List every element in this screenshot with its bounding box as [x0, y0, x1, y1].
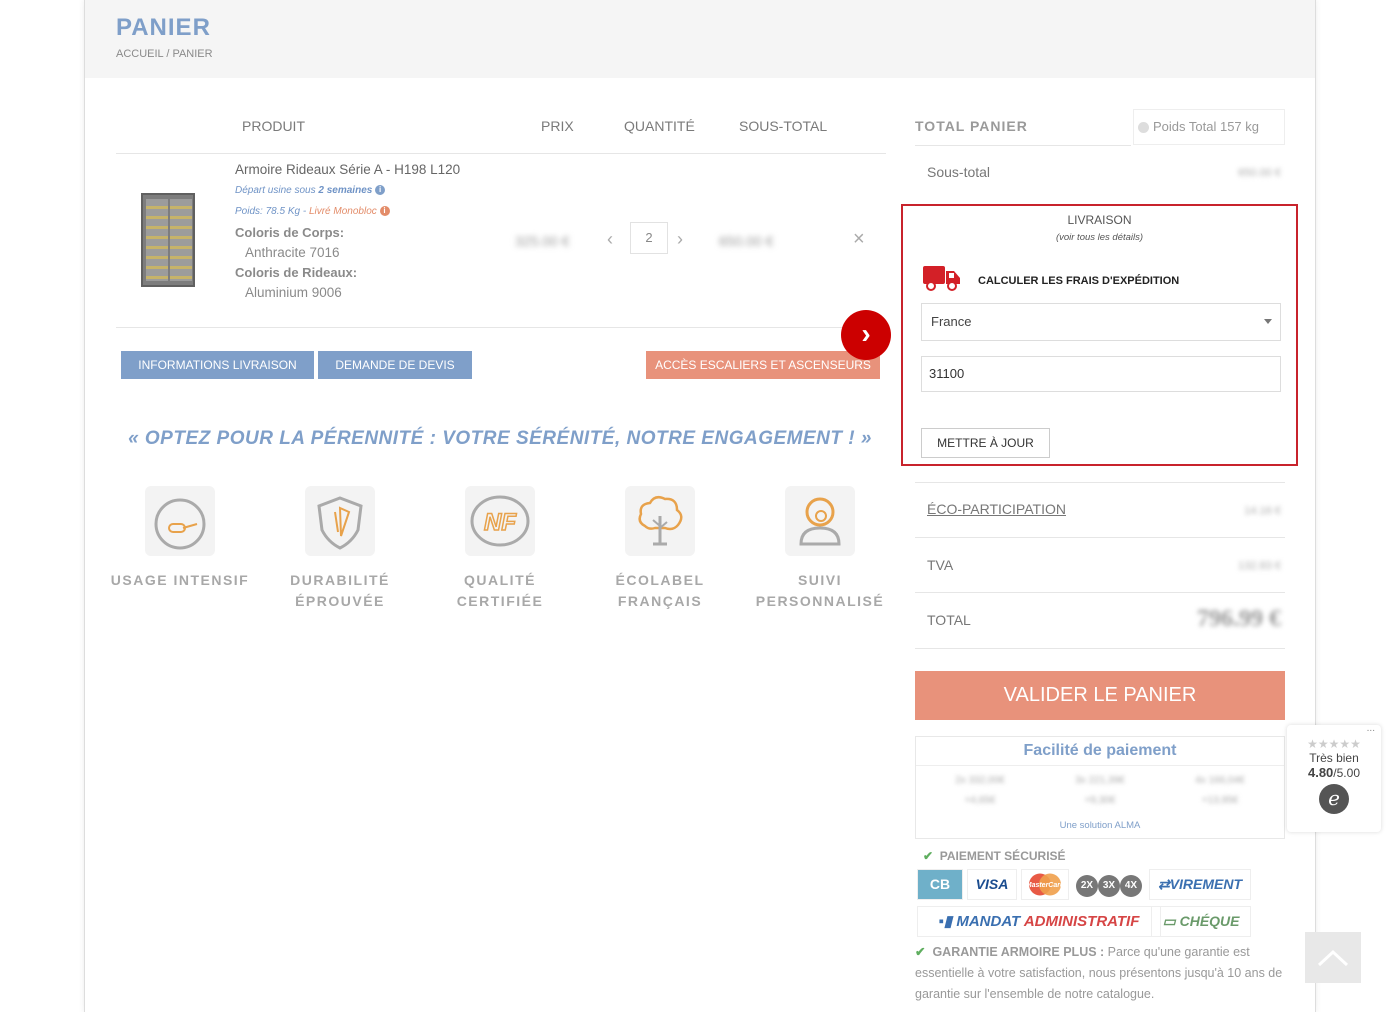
shield-icon	[305, 486, 375, 556]
feature-label: QUALITÉ	[464, 572, 536, 588]
attr-label: Coloris de Corps:	[235, 225, 345, 240]
installments-logo: 2X 3X 4X	[1073, 869, 1145, 900]
tree-icon	[625, 486, 695, 556]
cart-total-title: TOTAL PANIER	[915, 118, 1028, 134]
feature-label: SUIVI	[797, 572, 843, 588]
mandat-logo: ▪▮ MANDAT ADMINISTRATIF	[917, 906, 1161, 937]
attr-label: Coloris de Rideaux:	[235, 265, 358, 280]
slogan: « OPTEZ POUR LA PÉRENNITÉ : VOTRE SÉRÉNI…	[128, 428, 872, 449]
postcode-input[interactable]: 31100	[921, 356, 1281, 392]
page-title: PANIER	[116, 14, 211, 41]
info-icon[interactable]: i	[375, 185, 386, 196]
column-subtotal: SOUS-TOTAL	[739, 118, 828, 134]
installment-option[interactable]: 4x 166,04€ +13,95€	[1170, 771, 1270, 811]
rating-score: 4.80/5.00	[1307, 765, 1360, 780]
delivery-info-button[interactable]: INFORMATIONS LIVRAISON	[121, 351, 314, 379]
feature-label: DURABILITÉ	[290, 572, 390, 588]
trusted-shops-icon: e	[1319, 784, 1349, 814]
country-select[interactable]: France	[921, 303, 1281, 341]
calculate-shipping-label: CALCULER LES FRAIS D'EXPÉDITION	[978, 275, 1180, 287]
column-product: PRODUIT	[242, 118, 305, 134]
virement-logo: ⇄VIREMENT	[1149, 869, 1251, 900]
validate-cart-button[interactable]: VALIDER LE PANIER	[915, 671, 1285, 720]
shipping-title: LIVRAISON	[1067, 213, 1132, 227]
weight-info: Poids: 78.5 Kg - Livré Monobloc i	[235, 206, 390, 217]
feature-durability: DURABILITÉ ÉPROUVÉE	[265, 486, 415, 612]
divider	[915, 648, 1285, 649]
tva-label: TVA	[927, 557, 954, 573]
installment-option[interactable]: 3x 221,39€ +9,30€	[1050, 771, 1150, 811]
stairs-access-button[interactable]: ACCÈS ESCALIERS ET ASCENSEURS	[646, 351, 880, 379]
eco-participation-value: 14.16 €	[1244, 505, 1281, 517]
feature-quality: NF QUALITÉ CERTIFIÉE	[425, 486, 575, 612]
total-value: 796.99 €	[1197, 606, 1281, 632]
item-subtotal: 650.00 €	[719, 233, 774, 249]
feature-label: ÉCOLABEL	[615, 572, 705, 588]
info-icon	[1138, 122, 1149, 134]
breadcrumb[interactable]: ACCUEIL / PANIER	[116, 48, 213, 60]
chevron-right-icon[interactable]: ›	[677, 229, 683, 250]
alma-label: Une solution ALMA	[1059, 820, 1141, 831]
divider	[116, 327, 886, 328]
subtotal-value: 650.00 €	[1238, 167, 1281, 179]
divider	[116, 153, 886, 154]
subtotal-label: Sous-total	[927, 164, 991, 180]
svg-text:NF: NF	[484, 509, 517, 536]
secure-payment-title: ✔ PAIEMENT SÉCURISÉ	[923, 849, 1066, 863]
feature-usage: USAGE INTENSIF	[105, 486, 255, 591]
page-header: PANIER ACCUEIL / PANIER	[85, 0, 1315, 78]
support-icon	[785, 486, 855, 556]
feature-support: SUIVI PERSONNALISÉ	[745, 486, 895, 612]
product-name[interactable]: Armoire Rideaux Série A - H198 L120	[235, 162, 460, 177]
feature-label: USAGE INTENSIF	[110, 572, 250, 588]
payment-facility-title: Facilité de paiement	[1023, 742, 1177, 759]
installment-option[interactable]: 2x 332,00€ +4,65€	[930, 771, 1030, 811]
divider	[915, 482, 1285, 483]
mastercard-logo: MasterCard	[1021, 869, 1069, 900]
eco-participation-label[interactable]: ÉCO-PARTICIPATION	[927, 501, 1066, 517]
rating-widget[interactable]: ... ★★★★★ Très bien 4.80/5.00 e	[1287, 723, 1381, 832]
cb-logo: CB	[917, 869, 963, 900]
total-weight: Poids Total 157 kg	[1133, 109, 1285, 145]
tva-value: 132.83 €	[1238, 560, 1281, 572]
attr-value: Anthracite 7016	[245, 245, 340, 260]
nf-icon: NF	[465, 486, 535, 556]
chevron-up-icon	[1317, 949, 1349, 967]
remove-item-icon[interactable]: ×	[853, 228, 865, 251]
chevron-right-icon[interactable]: ›	[841, 310, 891, 360]
feature-ecolabel: ÉCOLABEL FRANÇAIS	[585, 486, 735, 612]
check-icon: ✔	[923, 849, 934, 863]
svg-text:MasterCard: MasterCard	[1026, 882, 1065, 889]
more-icon[interactable]: ...	[1367, 723, 1375, 734]
truck-icon	[923, 264, 961, 292]
cheque-logo: ▭ CHÉQUE	[1151, 906, 1251, 937]
quantity-input[interactable]: 2	[630, 222, 668, 254]
rating-label: Très bien	[1309, 751, 1359, 765]
shipping-calculator: LIVRAISON (voir tous les détails) CALCUL…	[901, 204, 1298, 466]
divider	[915, 537, 1285, 538]
chevron-left-icon[interactable]: ‹	[607, 229, 613, 250]
column-price: PRIX	[541, 118, 574, 134]
gauge-icon	[145, 486, 215, 556]
scroll-top-button[interactable]	[1305, 932, 1361, 983]
payment-facility: Facilité de paiement 2x 332,00€ +4,65€ 3x…	[915, 736, 1285, 839]
total-label: TOTAL	[927, 612, 971, 628]
divider	[915, 145, 1131, 146]
update-button[interactable]: METTRE À JOUR	[921, 428, 1050, 458]
visa-logo: VISA	[967, 869, 1017, 900]
check-icon: ✔	[915, 945, 926, 959]
info-icon[interactable]: i	[379, 206, 390, 217]
column-quantity: QUANTITÉ	[624, 118, 695, 134]
warranty-text: ✔ GARANTIE ARMOIRE PLUS : Parce qu'une g…	[915, 945, 1283, 1001]
chevron-down-icon	[1264, 319, 1272, 324]
divider	[915, 592, 1285, 593]
page-container: PANIER ACCUEIL / PANIER PRODUIT PRIX QUA…	[84, 0, 1316, 1012]
shipping-details-link[interactable]: (voir tous les détails)	[903, 232, 1296, 243]
item-price: 325.00 €	[515, 233, 570, 249]
quote-request-button[interactable]: DEMANDE DE DEVIS	[318, 351, 472, 379]
product-image[interactable]	[141, 193, 195, 287]
attr-value: Aluminium 9006	[245, 285, 342, 300]
stars-icon: ★★★★★	[1307, 737, 1361, 751]
departure-info: Départ usine sous 2 semaines i	[235, 185, 386, 196]
